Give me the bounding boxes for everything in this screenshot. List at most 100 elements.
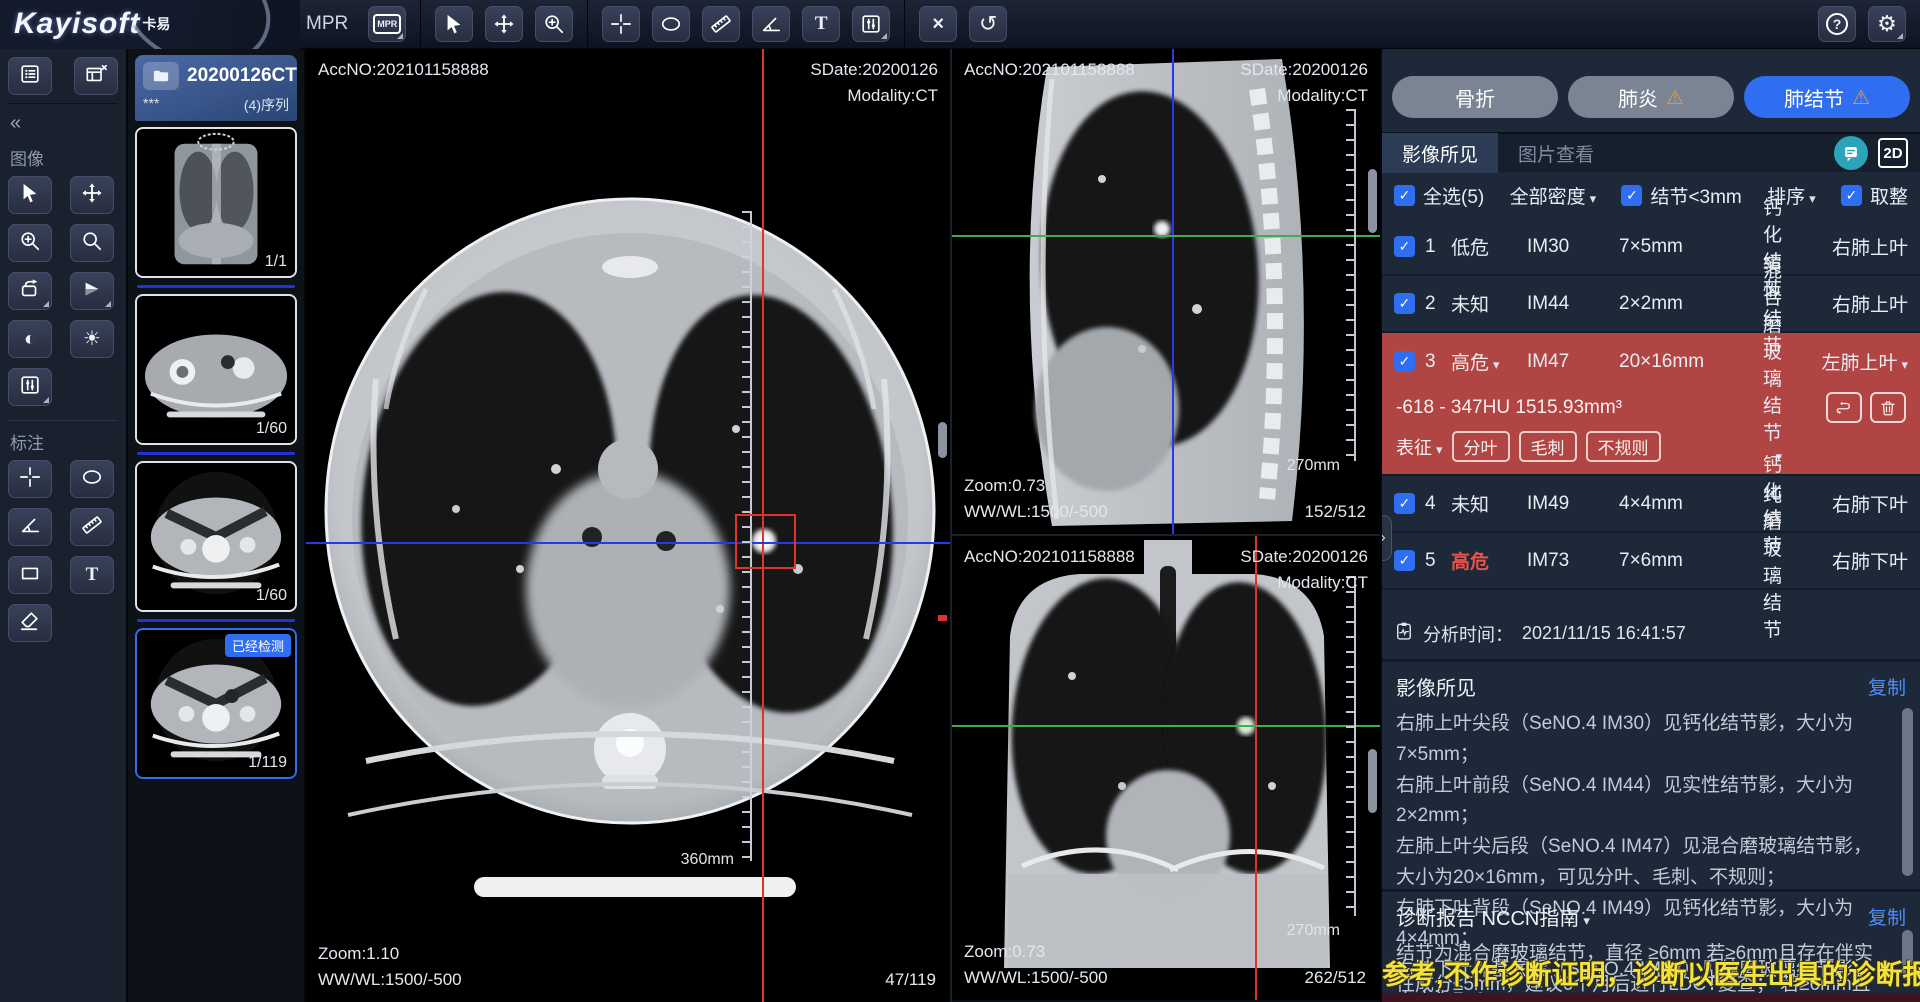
ellipse-tool-button[interactable] — [652, 6, 690, 42]
mode-lung-nodule-button[interactable]: 肺结节 ⚠ — [1744, 76, 1910, 118]
pan-tool-button[interactable] — [485, 6, 523, 42]
coronal-fov-label: 270mm — [1287, 922, 1340, 940]
sagittal-crosshair-horizontal[interactable] — [952, 235, 1380, 237]
window-level-side-button[interactable] — [8, 368, 52, 406]
delete-nodule-button[interactable] — [1870, 392, 1906, 423]
angle-annotate-button[interactable] — [8, 508, 52, 546]
nodule-row-2[interactable]: ✓ 2 未知 IM44 2×2mm 实性结节 右肺上叶 — [1382, 276, 1920, 333]
mode-label: 肺结节 — [1784, 83, 1844, 112]
window-level-button[interactable] — [852, 6, 890, 42]
nodule-checkbox[interactable]: ✓ — [1394, 351, 1415, 372]
small-nodule-checkbox[interactable]: ✓ — [1621, 185, 1642, 206]
nodule-checkbox[interactable]: ✓ — [1394, 236, 1415, 257]
density-dropdown[interactable]: 全部密度▾ — [1510, 182, 1597, 209]
folder-icon[interactable] — [143, 62, 179, 90]
ellipse-annotate-button[interactable] — [70, 460, 114, 498]
trait-chip-spiculated[interactable]: 毛刺 — [1519, 431, 1577, 462]
trait-chip-irregular[interactable]: 不规则 — [1586, 431, 1661, 462]
small-nodule-label[interactable]: 结节<3mm — [1650, 182, 1741, 209]
trait-chip-lobulated[interactable]: 分叶 — [1452, 431, 1510, 462]
nodule-roi-box[interactable] — [735, 514, 796, 569]
flip-side-button[interactable] — [70, 272, 114, 310]
mpr-layout-button[interactable]: MPR — [368, 6, 406, 42]
settings-button[interactable]: ⚙ — [1868, 6, 1906, 42]
round-label[interactable]: 取整 — [1870, 182, 1908, 209]
collapse-sidebar-button[interactable]: « — [8, 104, 118, 137]
thumbnail-slice-count: 1/60 — [256, 587, 287, 605]
report-copy-button[interactable]: 复制 — [1868, 903, 1906, 930]
help-button[interactable]: ? — [1818, 6, 1856, 42]
rotate-side-button[interactable] — [8, 272, 52, 310]
report-chat-icon[interactable] — [1834, 136, 1868, 170]
report-title-dropdown[interactable]: 诊断报告 NCCN指南▾ — [1396, 902, 1590, 931]
pointer-tool-button[interactable] — [435, 6, 473, 42]
coronal-crosshair-horizontal[interactable] — [952, 725, 1380, 727]
select-all-checkbox[interactable]: ✓ — [1394, 185, 1415, 206]
coronal-crosshair-vertical[interactable] — [1255, 536, 1257, 1000]
nodule-checkbox[interactable]: ✓ — [1394, 493, 1415, 514]
close-layout-button[interactable] — [74, 57, 118, 95]
coronal-slice-scrollbar[interactable] — [1368, 749, 1377, 813]
follow-up-curve-button[interactable] — [1826, 392, 1862, 423]
2d-mode-icon[interactable]: 2D — [1878, 138, 1908, 168]
thumbnail-scout[interactable]: 1/1 — [135, 127, 297, 278]
thumbnail-series-3[interactable]: 1/60 — [135, 461, 297, 612]
mode-fracture-button[interactable]: 骨折 — [1392, 76, 1558, 118]
panel-collapse-handle[interactable]: › — [1382, 515, 1392, 561]
ruler-tool-button[interactable] — [702, 6, 740, 42]
study-header[interactable]: 20200126CT *** (4)序列 — [135, 55, 297, 121]
sagittal-crosshair-vertical[interactable] — [1172, 49, 1174, 534]
zoom-tool-button[interactable] — [535, 6, 573, 42]
findings-scrollbar[interactable] — [1902, 708, 1913, 876]
select-all-label[interactable]: 全选(5) — [1423, 182, 1484, 209]
nodule-checkbox[interactable]: ✓ — [1394, 550, 1415, 571]
traits-dropdown[interactable]: 表征▾ — [1396, 434, 1443, 460]
nodule-risk-dropdown[interactable]: 高危▾ — [1451, 348, 1527, 375]
mpr-mode-label: MPR — [306, 13, 348, 35]
brightness-side-button[interactable]: ☀ — [70, 320, 114, 358]
thumbnail-slice-count: 1/1 — [265, 253, 287, 271]
angle-tool-button[interactable] — [752, 6, 790, 42]
nodule-row-4[interactable]: ✓ 4 未知 IM49 4×4mm 钙化结节 右肺下叶 — [1382, 476, 1920, 533]
round-checkbox[interactable]: ✓ — [1841, 185, 1862, 206]
findings-copy-button[interactable]: 复制 — [1868, 673, 1906, 700]
text-annotate-button[interactable]: T — [70, 556, 114, 594]
axial-crosshair-horizontal[interactable] — [306, 542, 950, 544]
crosshair-tool-button[interactable] — [602, 6, 640, 42]
invert-side-button[interactable]: ◐ — [8, 320, 52, 358]
reset-rotate-button[interactable]: ↺ — [969, 6, 1007, 42]
sagittal-slice-scrollbar[interactable] — [1368, 169, 1377, 233]
zoom-in-side-button[interactable] — [8, 224, 52, 262]
sagittal-viewport[interactable]: 270mm AccNO:202101158888 SDate:20200126 … — [952, 49, 1380, 536]
text-tool-button[interactable]: T — [802, 6, 840, 42]
nodule-location-dropdown[interactable]: 左肺上叶▾ — [1808, 348, 1908, 375]
sagittal-modality: Modality:CT — [1240, 83, 1368, 109]
finding-line: 右肺上叶前段（SeNO.4 IM44）见实性结节影，大小为2×2mm； — [1396, 771, 1880, 833]
coronal-viewport[interactable]: 270mm AccNO:202101158888 SDate:20200126 … — [952, 536, 1380, 1000]
tab-image-findings[interactable]: 影像所见 — [1382, 133, 1498, 173]
axial-slice-scrollbar[interactable] — [938, 422, 947, 458]
eraser-annotate-button[interactable] — [8, 604, 52, 642]
nodule-row-1[interactable]: ✓ 1 低危 IM30 7×5mm 钙化结节 右肺上叶 — [1382, 219, 1920, 276]
magnify-side-button[interactable] — [70, 224, 114, 262]
nodule-row-3-selected[interactable]: ✓ 3 高危▾ IM47 20×16mm 混合磨玻璃结节▾ 左肺上叶▾ -618… — [1382, 333, 1920, 476]
nodule-row-5[interactable]: ✓ 5 高危 IM73 7×6mm 纯磨玻璃结节 右肺下叶 — [1382, 533, 1920, 590]
tab-image-view[interactable]: 图片查看 — [1498, 133, 1614, 173]
clear-annotations-button[interactable]: × — [919, 6, 957, 42]
brightness-icon: ☀ — [83, 329, 101, 349]
sagittal-zoom: Zoom:0.73 — [964, 473, 1108, 499]
nodule-type-dropdown[interactable]: 混合磨玻璃结节▾ — [1759, 256, 1808, 467]
mode-pneumonia-button[interactable]: 肺炎 ⚠ — [1568, 76, 1734, 118]
nodule-checkbox[interactable]: ✓ — [1394, 293, 1415, 314]
chevron-down-icon: ▾ — [1809, 191, 1816, 206]
thumbnail-series-2[interactable]: 1/60 — [135, 294, 297, 445]
axial-viewport[interactable]: 360mm AccNO:202101158888 SDate:20200126 … — [306, 49, 952, 1002]
rotate-rect-icon — [19, 278, 41, 305]
thumbnail-series-4-selected[interactable]: 已经检测 1/119 — [135, 628, 297, 779]
pointer-tool-side-button[interactable] — [8, 176, 52, 214]
crosshair-annotate-button[interactable] — [8, 460, 52, 498]
series-list-button[interactable] — [8, 57, 52, 95]
ruler-annotate-button[interactable] — [70, 508, 114, 546]
pan-tool-side-button[interactable] — [70, 176, 114, 214]
rectangle-annotate-button[interactable] — [8, 556, 52, 594]
